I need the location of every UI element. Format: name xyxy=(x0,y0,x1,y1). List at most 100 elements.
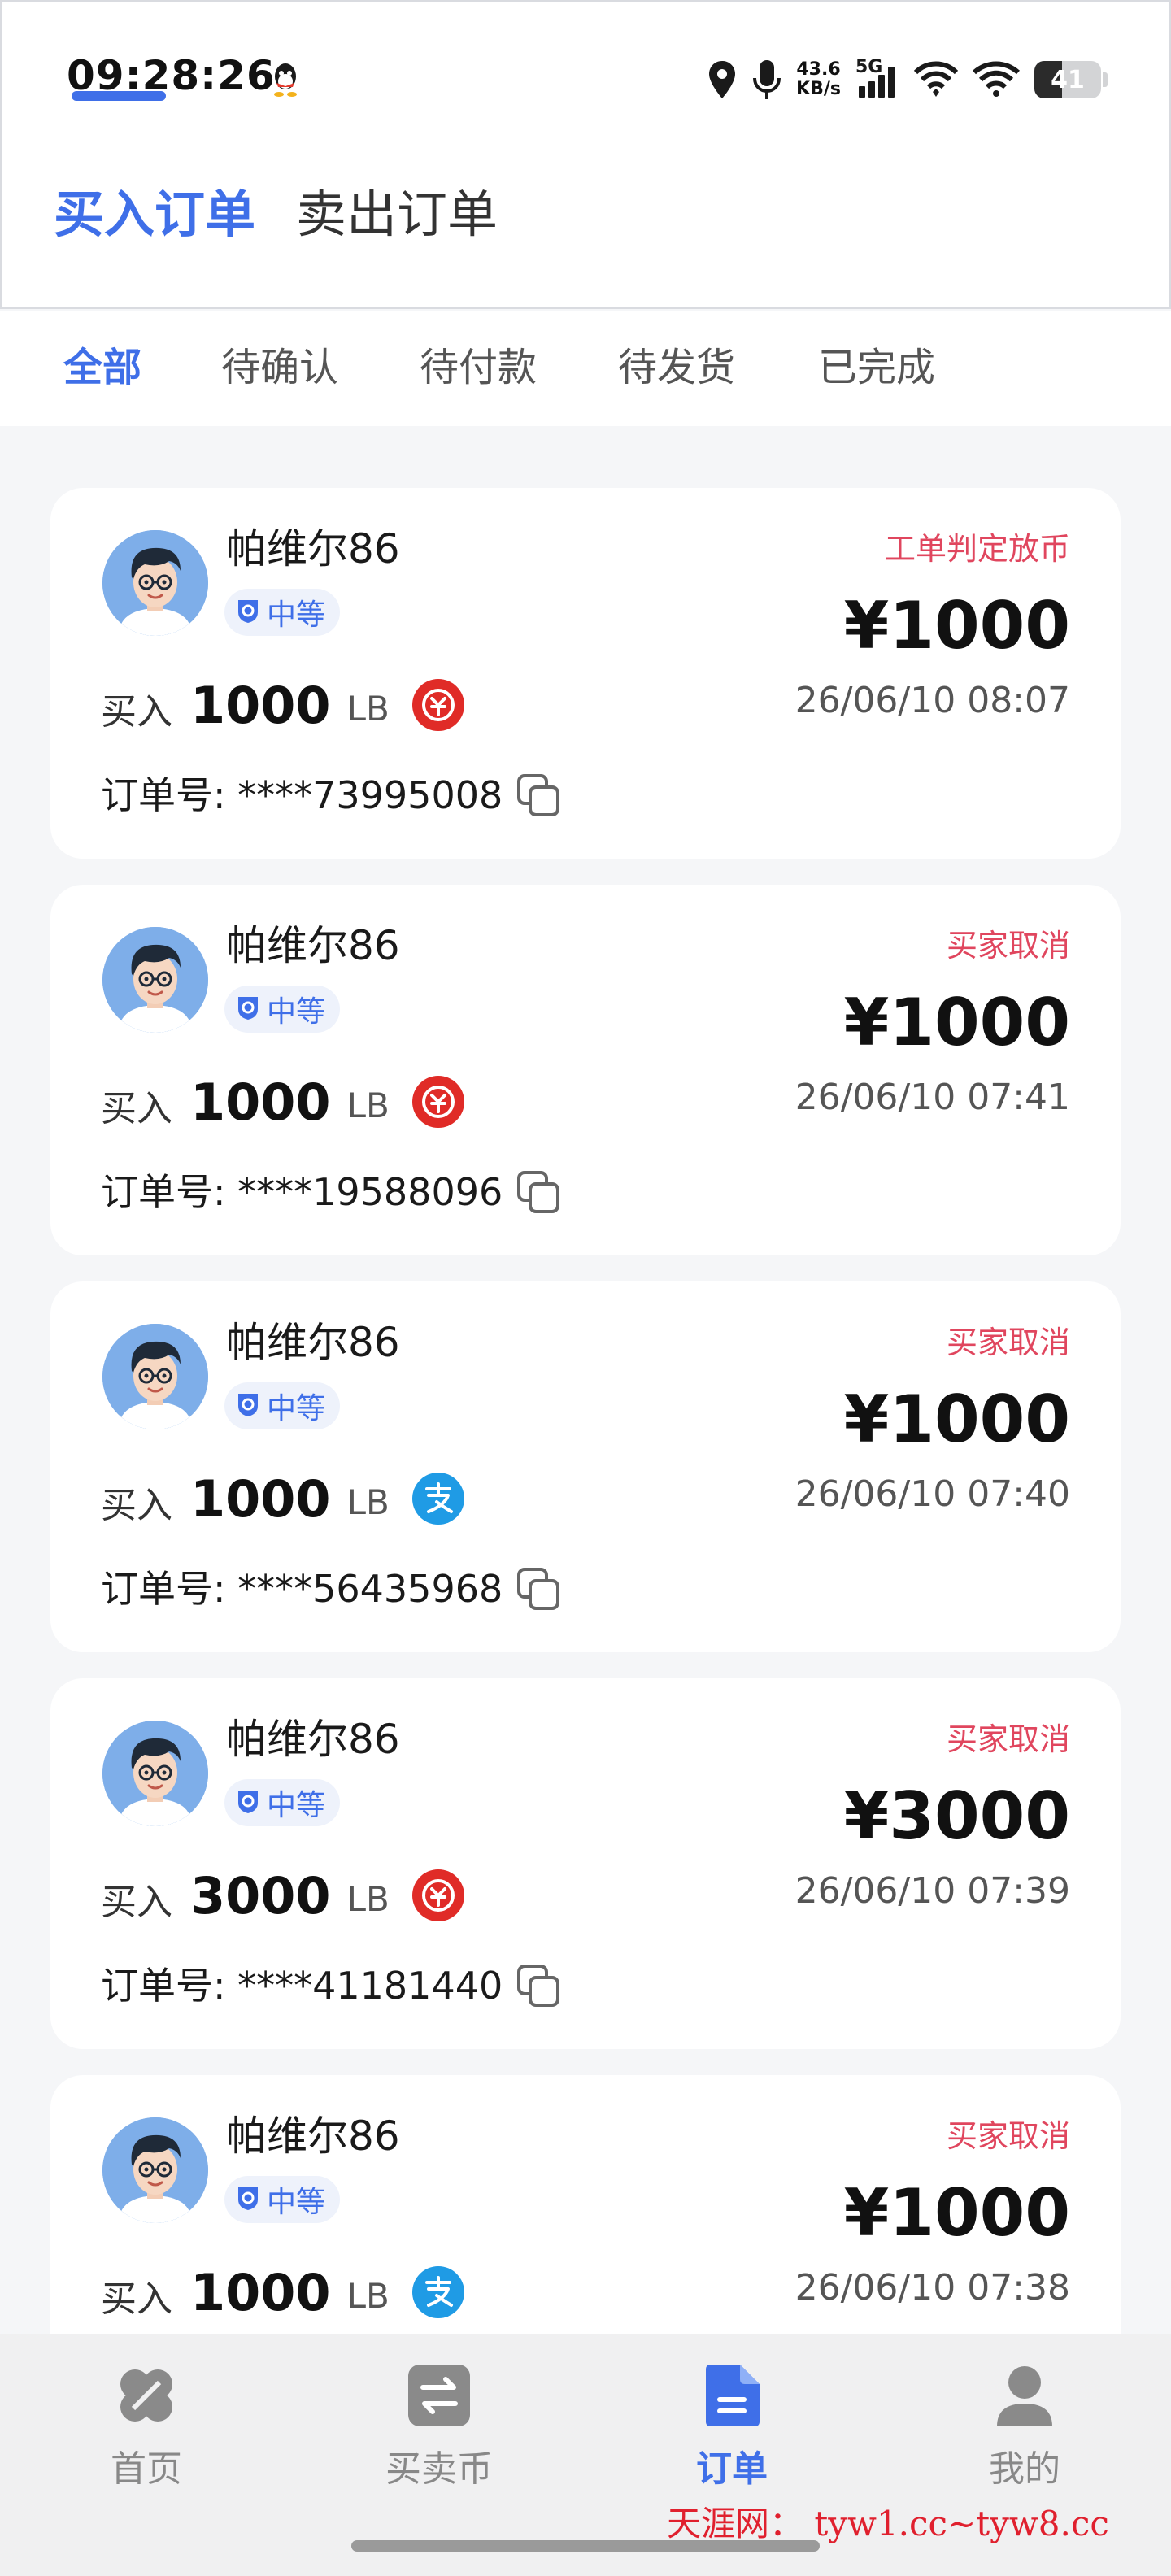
wifi-icon xyxy=(973,61,1020,97)
watermark: 天涯网： tyw1.cc~tyw8.cc xyxy=(667,2504,1109,2543)
nav-exchange[interactable]: 买卖币 xyxy=(342,2363,537,2491)
buy-label: 买入 xyxy=(101,1882,172,1923)
tab-buy-orders[interactable]: 买入订单 xyxy=(54,182,255,247)
wifi-icon xyxy=(914,61,958,97)
copy-icon[interactable] xyxy=(516,772,561,821)
order-status: 工单判定放币 xyxy=(884,531,1070,567)
buy-row: 买入 1000 LB xyxy=(101,2256,464,2329)
net-speed-unit: KB/s xyxy=(796,79,841,99)
tab-sell-orders[interactable]: 卖出订单 xyxy=(296,182,498,247)
buy-row: 买入 1000 LB xyxy=(101,668,464,742)
avatar[interactable] xyxy=(102,1324,208,1429)
level-badge: 中等 xyxy=(224,986,341,1033)
status-icons: 43.6 KB/s 5G 41 xyxy=(707,55,1108,104)
order-card[interactable]: 帕维尔86 中等 工单判定放币 ¥1000 买入 1000 LB 26/06/1… xyxy=(50,488,1121,859)
nav-profile-label: 我的 xyxy=(989,2448,1060,2490)
level-text: 中等 xyxy=(267,2186,326,2219)
order-date: 26/06/10 07:41 xyxy=(794,1077,1070,1118)
filter-tab-pending-payment[interactable]: 待付款 xyxy=(420,342,537,394)
level-text: 中等 xyxy=(267,995,326,1029)
buy-label: 买入 xyxy=(101,1485,172,1526)
buy-unit: LB xyxy=(346,2275,390,2316)
nav-orders-label: 订单 xyxy=(696,2448,768,2490)
level-text: 中等 xyxy=(267,598,326,632)
username: 帕维尔86 xyxy=(226,1319,400,1366)
nav-home[interactable]: 首页 xyxy=(49,2363,244,2491)
order-number: 订单号: ****56435968 xyxy=(101,1567,503,1611)
username: 帕维尔86 xyxy=(226,1716,400,1763)
buy-amount: 3000 xyxy=(190,1865,331,1925)
alipay-icon xyxy=(411,1473,464,1525)
order-card[interactable]: 帕维尔86 中等 买家取消 ¥1000 买入 1000 LB 26/06/10 … xyxy=(50,1281,1121,1652)
order-list: 帕维尔86 中等 工单判定放币 ¥1000 买入 1000 LB 26/06/1… xyxy=(50,488,1121,2472)
shield-icon xyxy=(236,1788,260,1817)
location-icon xyxy=(709,61,736,98)
avatar[interactable] xyxy=(102,927,208,1033)
digital-rmb-icon xyxy=(411,1076,464,1128)
order-price: ¥1000 xyxy=(843,985,1070,1060)
order-date: 26/06/10 07:40 xyxy=(794,1473,1070,1515)
net-speed: 43.6 KB/s xyxy=(796,60,841,99)
order-number: 订单号: ****73995008 xyxy=(101,773,503,817)
status-bar: 09:28:26 43.6 KB/s 5G 41 xyxy=(2,2,1171,156)
username: 帕维尔86 xyxy=(226,922,400,969)
copy-icon[interactable] xyxy=(516,1963,561,2012)
order-card[interactable]: 帕维尔86 中等 买家取消 ¥3000 买入 3000 LB 26/06/10 … xyxy=(50,1678,1121,2049)
nav-profile[interactable]: 我的 xyxy=(927,2363,1122,2491)
order-price: ¥1000 xyxy=(843,1382,1070,1457)
nav-exchange-label: 买卖币 xyxy=(385,2448,493,2490)
buy-unit: LB xyxy=(346,1482,390,1522)
shield-icon xyxy=(236,2185,260,2214)
filter-tab-pending-shipment[interactable]: 待发货 xyxy=(618,342,735,394)
net-speed-value: 43.6 xyxy=(796,59,841,80)
shield-icon xyxy=(236,994,260,1024)
microphone-icon xyxy=(753,60,781,99)
order-date: 26/06/10 08:07 xyxy=(794,680,1070,721)
home-indicator[interactable] xyxy=(351,2540,820,2552)
cell-signal-icon: 5G xyxy=(855,57,899,101)
order-card[interactable]: 帕维尔86 中等 买家取消 ¥1000 买入 1000 LB 26/06/10 … xyxy=(50,885,1121,1255)
order-status: 买家取消 xyxy=(946,1325,1070,1360)
level-text: 中等 xyxy=(267,1789,326,1822)
alipay-icon xyxy=(411,2266,464,2318)
digital-rmb-icon xyxy=(411,1869,464,1921)
copy-icon[interactable] xyxy=(516,1566,561,1615)
order-date: 26/06/10 07:39 xyxy=(794,1870,1070,1912)
top-header: 09:28:26 43.6 KB/s 5G 41 买入订单 卖出订单 xyxy=(0,0,1171,309)
order-price: ¥1000 xyxy=(843,588,1070,664)
order-status: 买家取消 xyxy=(946,928,1070,964)
profile-icon xyxy=(997,2366,1052,2426)
buy-row: 买入 1000 LB xyxy=(101,1462,464,1535)
buy-unit: LB xyxy=(346,1085,390,1125)
avatar[interactable] xyxy=(102,1721,208,1826)
level-badge: 中等 xyxy=(224,1382,341,1429)
order-document-icon xyxy=(706,2365,760,2426)
shield-icon xyxy=(236,1391,260,1421)
qq-icon xyxy=(270,62,301,98)
username: 帕维尔86 xyxy=(226,525,400,572)
avatar[interactable] xyxy=(102,2117,208,2223)
buy-amount: 1000 xyxy=(190,1469,331,1529)
order-number-row: 订单号: ****73995008 xyxy=(101,764,561,821)
username: 帕维尔86 xyxy=(226,2113,400,2160)
buy-amount: 1000 xyxy=(190,2262,331,2322)
filter-tab-completed[interactable]: 已完成 xyxy=(818,342,935,394)
copy-icon[interactable] xyxy=(516,1169,561,1218)
level-badge: 中等 xyxy=(224,2176,341,2223)
order-price: ¥3000 xyxy=(843,1778,1070,1854)
filter-tab-all[interactable]: 全部 xyxy=(63,342,141,394)
digital-rmb-icon xyxy=(411,679,464,731)
buy-label: 买入 xyxy=(101,691,172,733)
avatar[interactable] xyxy=(102,530,208,636)
nav-orders[interactable]: 订单 xyxy=(634,2363,829,2491)
shield-icon xyxy=(236,598,260,627)
level-badge: 中等 xyxy=(224,589,341,636)
filter-tab-pending-confirm[interactable]: 待确认 xyxy=(221,342,338,394)
nav-home-label: 首页 xyxy=(111,2448,182,2490)
order-number: 订单号: ****41181440 xyxy=(101,1964,503,2008)
order-date: 26/06/10 07:38 xyxy=(794,2267,1070,2308)
active-tab-indicator xyxy=(72,91,166,101)
exchange-icon xyxy=(408,2365,470,2426)
buy-unit: LB xyxy=(346,1878,390,1919)
battery-icon: 41 xyxy=(1034,61,1101,98)
